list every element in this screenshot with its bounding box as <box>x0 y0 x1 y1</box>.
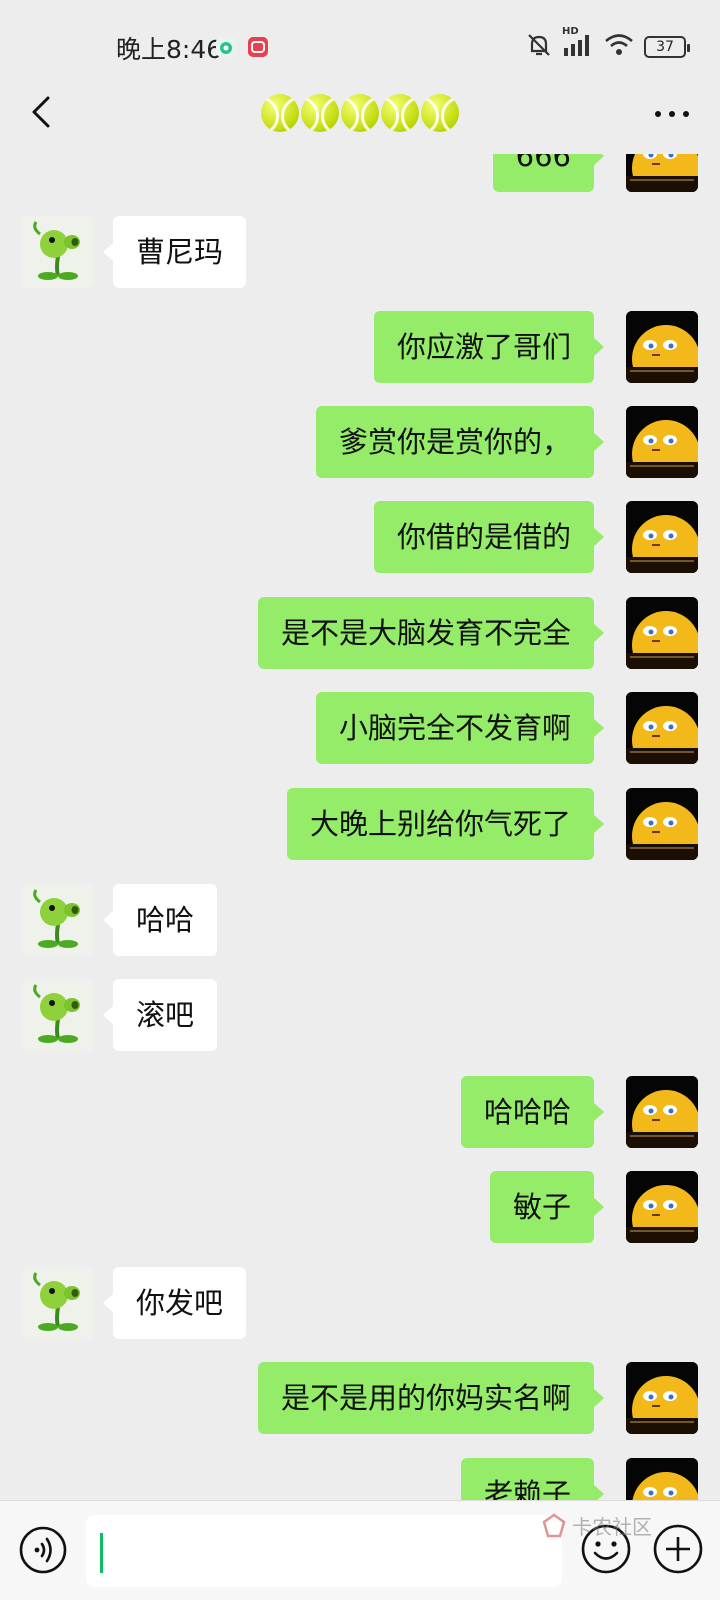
peashooter-avatar-icon <box>22 1267 94 1339</box>
watermark-logo-icon <box>542 1512 566 1537</box>
battery-indicator: 37 <box>644 36 690 58</box>
plus-icon <box>653 1524 703 1574</box>
app-notification-icon <box>248 37 268 57</box>
message-bubble[interactable]: 小脑完全不发育啊 <box>315 692 605 764</box>
peashooter-avatar-icon <box>22 216 94 288</box>
own-avatar[interactable] <box>626 597 698 669</box>
message-row: 爹赏你是赏你的， <box>0 406 720 478</box>
more-dots-icon <box>655 111 689 117</box>
status-icons: HD 37 <box>526 26 690 62</box>
status-time: 晚上8:46 <box>116 35 223 64</box>
moon-face-avatar-icon <box>626 1171 698 1243</box>
moon-face-avatar-icon <box>626 501 698 573</box>
more-options-button[interactable] <box>652 94 692 134</box>
watermark: 卡农社区 <box>540 1511 652 1540</box>
moon-face-avatar-icon <box>626 1362 698 1434</box>
message-row: 是不是大脑发育不完全 <box>0 597 720 669</box>
message-bubble[interactable]: 是不是大脑发育不完全 <box>257 597 605 669</box>
message-input[interactable] <box>86 1515 562 1587</box>
contact-avatar[interactable] <box>22 216 94 288</box>
own-avatar[interactable] <box>626 788 698 860</box>
back-button[interactable] <box>24 94 64 142</box>
peashooter-avatar-icon <box>22 979 94 1051</box>
moon-face-avatar-icon <box>626 692 698 764</box>
contact-avatar[interactable] <box>22 1267 94 1339</box>
message-row: 你发吧 <box>0 1267 720 1339</box>
moon-face-avatar-icon <box>626 406 698 478</box>
message-row: 哈哈哈 <box>0 1076 720 1148</box>
moon-face-avatar-icon <box>626 154 698 192</box>
own-avatar[interactable] <box>626 1076 698 1148</box>
message-bubble[interactable]: 大晚上别给你气死了 <box>286 788 605 860</box>
own-avatar[interactable] <box>626 501 698 573</box>
message-row: 你应激了哥们 <box>0 311 720 383</box>
message-bubble[interactable]: 滚吧 <box>102 979 218 1051</box>
peashooter-avatar-icon <box>22 884 94 956</box>
contact-avatar[interactable] <box>22 884 94 956</box>
wifi-icon <box>604 32 634 62</box>
voice-input-button[interactable] <box>18 1525 68 1575</box>
own-avatar[interactable] <box>626 692 698 764</box>
tennis-ball-icon <box>301 94 339 132</box>
own-avatar[interactable] <box>626 1458 698 1500</box>
message-bubble[interactable]: 哈哈哈 <box>460 1076 605 1148</box>
message-bubble[interactable]: 你发吧 <box>102 1267 247 1339</box>
voice-icon <box>19 1526 67 1574</box>
chevron-left-icon <box>32 96 50 128</box>
network-label: HD <box>562 26 579 37</box>
watermark-text: 卡农社区 <box>572 1515 652 1539</box>
contact-avatar[interactable] <box>22 979 94 1051</box>
moon-face-avatar-icon <box>626 597 698 669</box>
tennis-ball-icon <box>341 94 379 132</box>
chat-header <box>0 92 720 154</box>
message-row: 是不是用的你妈实名啊 <box>0 1362 720 1434</box>
moon-face-avatar-icon <box>626 788 698 860</box>
tennis-ball-icon <box>381 94 419 132</box>
message-list[interactable]: 666 曹尼玛 你应激了哥们 爹赏你是赏你的， 你借的是借的 是不是大脑发育不完… <box>0 154 720 1500</box>
signal-icon: HD <box>562 26 594 62</box>
message-row: 曹尼玛 <box>0 216 720 288</box>
tennis-ball-icon <box>421 94 459 132</box>
message-row: 滚吧 <box>0 979 720 1051</box>
message-row: 哈哈 <box>0 884 720 956</box>
more-functions-button[interactable] <box>652 1523 704 1575</box>
message-bubble[interactable]: 666 <box>492 154 605 192</box>
message-bubble[interactable]: 哈哈 <box>102 884 218 956</box>
message-bubble[interactable]: 敏子 <box>489 1171 605 1243</box>
message-row: 大晚上别给你气死了 <box>0 788 720 860</box>
message-bubble[interactable]: 你应激了哥们 <box>373 311 605 383</box>
own-avatar[interactable] <box>626 1362 698 1434</box>
text-caret <box>100 1533 103 1573</box>
input-bar: 卡农社区 <box>0 1500 720 1600</box>
message-bubble[interactable]: 你借的是借的 <box>373 501 605 573</box>
chat-title <box>261 94 459 132</box>
tennis-ball-icon <box>261 94 299 132</box>
message-row: 你借的是借的 <box>0 501 720 573</box>
message-row: 666 <box>0 154 720 192</box>
own-avatar[interactable] <box>626 311 698 383</box>
own-avatar[interactable] <box>626 154 698 192</box>
moon-face-avatar-icon <box>626 1458 698 1500</box>
message-row: 敏子 <box>0 1171 720 1243</box>
message-bubble[interactable]: 是不是用的你妈实名啊 <box>257 1362 605 1434</box>
message-bubble[interactable]: 老赖子 <box>460 1458 605 1500</box>
mute-bell-icon <box>526 32 552 62</box>
status-bar: 晚上8:46 HD 37 <box>0 0 720 92</box>
message-row: 老赖子 <box>0 1458 720 1500</box>
own-avatar[interactable] <box>626 406 698 478</box>
message-bubble[interactable]: 爹赏你是赏你的， <box>315 406 605 478</box>
moon-face-avatar-icon <box>626 1076 698 1148</box>
message-row: 小脑完全不发育啊 <box>0 692 720 764</box>
app-notification-icon <box>216 37 236 57</box>
moon-face-avatar-icon <box>626 311 698 383</box>
message-bubble[interactable]: 曹尼玛 <box>102 216 247 288</box>
own-avatar[interactable] <box>626 1171 698 1243</box>
